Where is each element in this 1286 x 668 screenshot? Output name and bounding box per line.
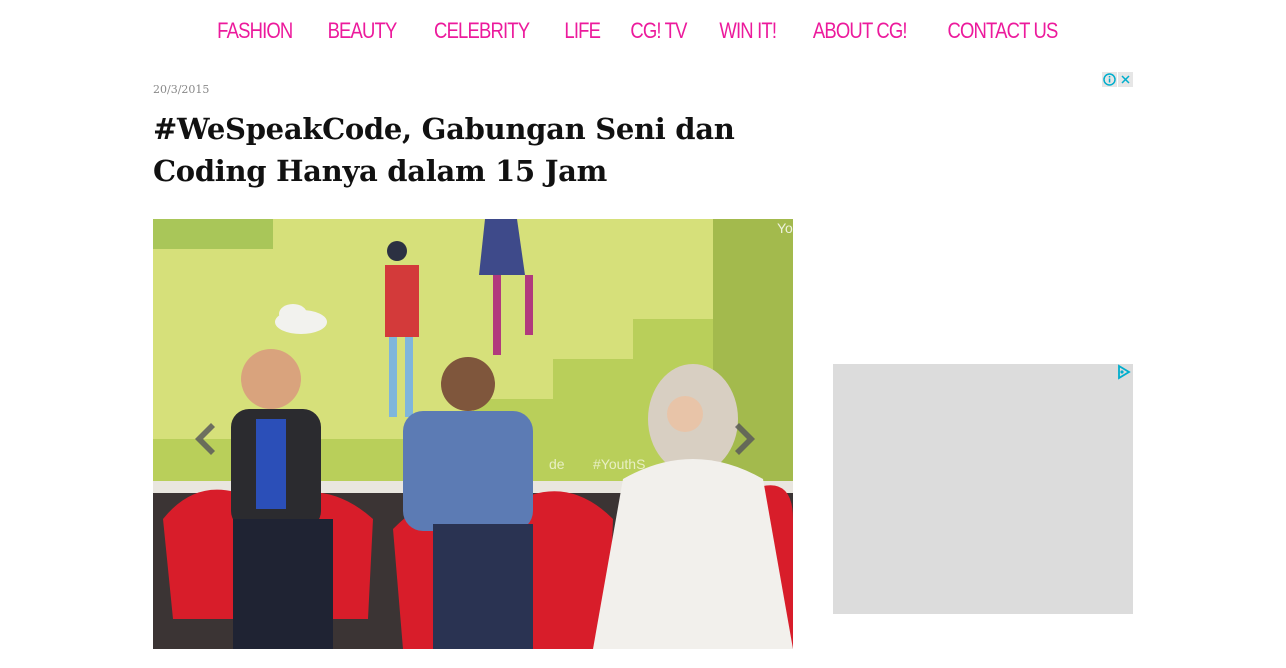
main-nav: FASHION BEAUTY CELEBRITY LIFE CG! TV WIN… (0, 0, 1286, 62)
article-title: #WeSpeakCode, Gabungan Seni dan Coding H… (153, 112, 735, 188)
nav-item-win-it[interactable]: WIN IT! (719, 18, 777, 44)
article-photo: #YouthS de Yo (153, 219, 793, 649)
sidebar-ad-unit[interactable] (833, 364, 1133, 614)
ad-choices-bar (1102, 72, 1133, 87)
info-icon[interactable] (1102, 72, 1117, 87)
next-slide-arrow[interactable] (731, 419, 763, 459)
nav-item-celebrity[interactable]: CELEBRITY (434, 18, 530, 44)
nav-item-about-cg[interactable]: ABOUT CG! (813, 18, 908, 44)
screen-text-yo: Yo (777, 220, 793, 236)
nav-item-cg-tv[interactable]: CG! TV (630, 18, 687, 44)
adchoices-triangle-icon[interactable] (1115, 364, 1131, 380)
article-photo-slider[interactable]: #YouthS de Yo (153, 219, 793, 649)
chevron-left-icon (195, 423, 215, 455)
screen-text-de: de (549, 456, 565, 472)
chevron-right-icon (735, 423, 755, 455)
close-x-icon[interactable] (1118, 72, 1133, 87)
article: 20/3/2015 #WeSpeakCode, Gabungan Seni da… (153, 80, 793, 649)
article-date: 20/3/2015 (153, 83, 210, 96)
nav-item-fashion[interactable]: FASHION (217, 18, 293, 44)
prev-slide-arrow[interactable] (187, 419, 219, 459)
nav-item-contact-us[interactable]: CONTACT US (948, 18, 1059, 44)
nav-item-life[interactable]: LIFE (564, 18, 601, 44)
nav-item-beauty[interactable]: BEAUTY (328, 18, 398, 44)
screen-text-youth: #YouthS (593, 456, 645, 472)
